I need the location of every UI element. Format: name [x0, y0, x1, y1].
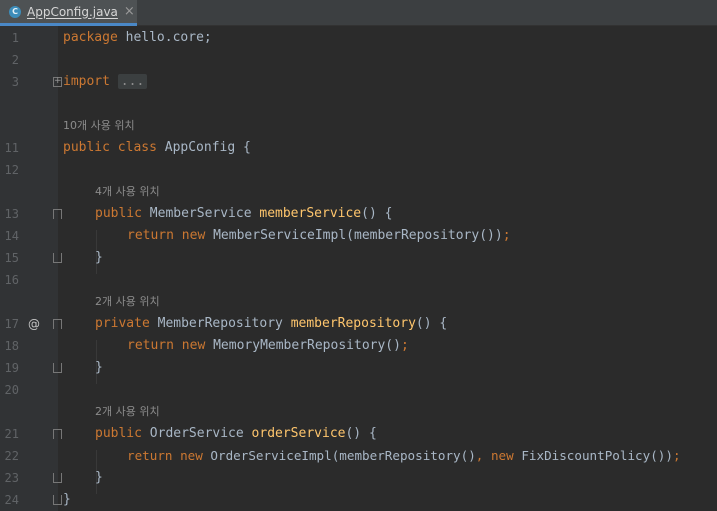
code-line: 15 }: [0, 247, 717, 269]
usage-hint-line: 2개 사용 위치: [0, 291, 717, 313]
line-number: 2: [11, 53, 19, 67]
line-number: 13: [4, 207, 19, 221]
close-icon[interactable]: ×: [124, 4, 135, 19]
fold-expand-icon[interactable]: +: [53, 77, 62, 87]
fold-end-icon[interactable]: [53, 473, 62, 483]
folded-imports[interactable]: ...: [117, 74, 148, 89]
line-number: 20: [4, 383, 19, 397]
usage-hint[interactable]: 10개 사용 위치: [63, 115, 135, 137]
java-class-icon: C: [9, 5, 21, 18]
code-text[interactable]: public MemberService memberService() {: [95, 203, 392, 225]
usage-hint[interactable]: 4개 사용 위치: [95, 181, 160, 203]
code-line: 2: [0, 49, 717, 71]
line-number: 18: [4, 339, 19, 353]
code-line: 17 @ private MemberRepository memberRepo…: [0, 313, 717, 335]
usage-hint-line: 2개 사용 위치: [0, 401, 717, 423]
code-text[interactable]: return new OrderServiceImpl(memberReposi…: [127, 445, 681, 467]
code-editor[interactable]: 1 package hello.core; 2 3 + import ... 1…: [0, 26, 717, 511]
usage-hint-line: 10개 사용 위치: [0, 115, 717, 137]
tab-appconfig[interactable]: C AppConfig.java ×: [0, 0, 137, 26]
code-line: 24 }: [0, 489, 717, 511]
code-text[interactable]: return new MemoryMemberRepository();: [127, 335, 409, 357]
code-text[interactable]: public class AppConfig {: [63, 137, 251, 159]
fold-end-icon[interactable]: [53, 363, 62, 373]
code-line: 1 package hello.core;: [0, 27, 717, 49]
code-text[interactable]: public OrderService orderService() {: [95, 423, 377, 445]
line-number: 19: [4, 361, 19, 375]
annotation-marker-icon[interactable]: @: [28, 313, 40, 335]
line-number: 15: [4, 251, 19, 265]
code-text[interactable]: }: [63, 489, 71, 511]
line-number: 16: [4, 273, 19, 287]
code-text[interactable]: }: [95, 467, 103, 489]
line-number: 23: [4, 471, 19, 485]
line-number: 14: [4, 229, 19, 243]
line-number: 24: [4, 493, 19, 507]
code-line: 22 return new OrderServiceImpl(memberRep…: [0, 445, 717, 467]
code-line: 16: [0, 269, 717, 291]
code-text[interactable]: return new MemberServiceImpl(memberRepos…: [127, 225, 511, 247]
code-text[interactable]: }: [95, 247, 103, 269]
code-line: 14 return new MemberServiceImpl(memberRe…: [0, 225, 717, 247]
line-number: 12: [4, 163, 19, 177]
tab-title: AppConfig.java: [27, 4, 118, 19]
editor-tab-bar: C AppConfig.java ×: [0, 0, 717, 26]
fold-end-icon[interactable]: [53, 253, 62, 263]
line-number: 17: [4, 317, 19, 331]
code-line: 20: [0, 379, 717, 401]
code-text[interactable]: package hello.core;: [63, 27, 212, 49]
line-number: 21: [4, 427, 19, 441]
code-line: 21 public OrderService orderService() {: [0, 423, 717, 445]
fold-collapse-icon[interactable]: [53, 209, 62, 219]
code-text[interactable]: private MemberRepository memberRepositor…: [95, 313, 447, 335]
code-text[interactable]: }: [95, 357, 103, 379]
line-number: 3: [11, 75, 19, 89]
code-line: 23 }: [0, 467, 717, 489]
code-line: 12: [0, 159, 717, 181]
code-line: 13 public MemberService memberService() …: [0, 203, 717, 225]
usage-hint-line: 4개 사용 위치: [0, 181, 717, 203]
fold-collapse-icon[interactable]: [53, 319, 62, 329]
code-line: 11 public class AppConfig {: [0, 137, 717, 159]
code-line: 19 }: [0, 357, 717, 379]
code-text[interactable]: import ...: [63, 71, 148, 93]
code-line: 3 + import ...: [0, 71, 717, 93]
code-line: 18 return new MemoryMemberRepository();: [0, 335, 717, 357]
usage-hint[interactable]: 2개 사용 위치: [95, 291, 160, 313]
line-number: 11: [4, 141, 19, 155]
fold-collapse-icon[interactable]: [53, 429, 62, 439]
usage-hint[interactable]: 2개 사용 위치: [95, 401, 160, 423]
fold-end-icon[interactable]: [53, 495, 62, 505]
line-number: 22: [4, 449, 19, 463]
line-number: 1: [11, 31, 19, 45]
